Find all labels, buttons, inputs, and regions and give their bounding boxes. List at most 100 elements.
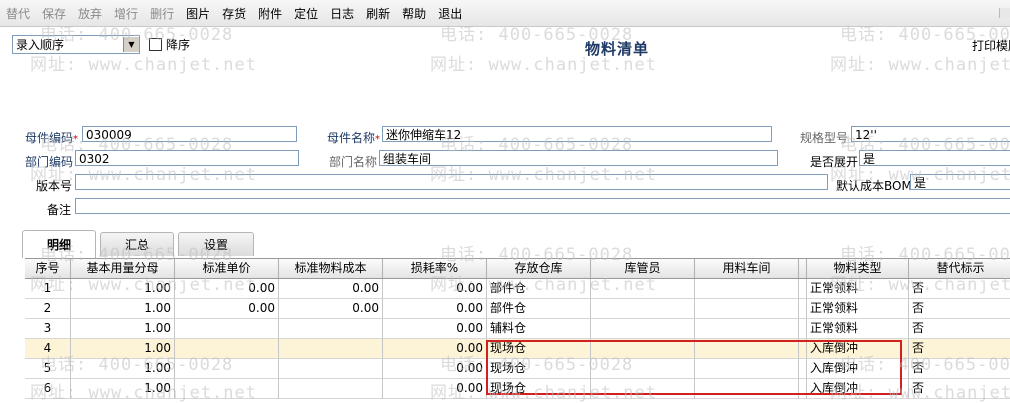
toolbar-scroll-button[interactable] xyxy=(999,8,1010,18)
dept-name-field[interactable]: 组装车间 xyxy=(379,150,778,166)
remark-field[interactable] xyxy=(75,198,1010,214)
column-header-loss-rate[interactable]: 损耗率% xyxy=(383,259,487,278)
cell-material-type[interactable]: 入库倒冲 xyxy=(807,339,909,359)
cell-keeper[interactable] xyxy=(591,339,695,359)
cell-unit-price[interactable]: 0.00 xyxy=(175,279,279,299)
cell-denominator[interactable]: 1.00 xyxy=(71,279,175,299)
cell-denominator[interactable]: 1.00 xyxy=(71,359,175,379)
cell-substitute[interactable]: 否 xyxy=(909,379,1010,399)
default-bom-field[interactable]: 是 xyxy=(910,174,1010,190)
cell-seq[interactable]: 3 xyxy=(25,319,71,339)
cell-loss-rate[interactable]: 0.00 xyxy=(383,359,487,379)
table-row[interactable]: 5 1.00 0.00 现场仓 入库倒冲否 xyxy=(25,359,1010,379)
cell-workshop[interactable] xyxy=(695,359,799,379)
parent-name-field[interactable]: 迷你伸缩车12 xyxy=(382,126,772,142)
expand-field[interactable]: 是 xyxy=(859,150,1010,166)
descending-toggle[interactable]: 降序 xyxy=(149,36,190,53)
toolbar-inventory-button[interactable]: 存货 xyxy=(216,5,252,22)
toolbar-save-button[interactable]: 保存 xyxy=(36,5,72,22)
column-header-denominator[interactable]: 基本用量分母 xyxy=(71,259,175,278)
column-header-material-type[interactable]: 物料类型 xyxy=(807,259,909,278)
cell-substitute[interactable]: 否 xyxy=(909,319,1010,339)
cell-warehouse[interactable]: 部件仓 xyxy=(487,299,591,319)
table-row[interactable]: 2 1.00 0.00 0.00 0.00 部件仓 正常领料否 xyxy=(25,299,1010,319)
table-row[interactable]: 1 1.00 0.00 0.00 0.00 部件仓 正常领料否 xyxy=(25,279,1010,299)
cell-loss-rate[interactable]: 0.00 xyxy=(383,299,487,319)
cell-substitute[interactable]: 否 xyxy=(909,299,1010,319)
toolbar-attachment-button[interactable]: 附件 xyxy=(252,5,288,22)
cell-keeper[interactable] xyxy=(591,379,695,399)
toolbar-locate-button[interactable]: 定位 xyxy=(288,5,324,22)
cell-keeper[interactable] xyxy=(591,359,695,379)
cell-keeper[interactable] xyxy=(591,279,695,299)
toolbar-help-button[interactable]: 帮助 xyxy=(396,5,432,22)
cell-warehouse[interactable]: 部件仓 xyxy=(487,279,591,299)
cell-material-cost[interactable] xyxy=(279,359,383,379)
cell-substitute[interactable]: 否 xyxy=(909,359,1010,379)
spec-field[interactable]: 12'' xyxy=(851,126,1010,142)
cell-substitute[interactable]: 否 xyxy=(909,279,1010,299)
toolbar-exit-button[interactable]: 退出 xyxy=(432,5,468,22)
cell-keeper[interactable] xyxy=(591,299,695,319)
cell-seq[interactable]: 6 xyxy=(25,379,71,399)
toolbar-refresh-button[interactable]: 刷新 xyxy=(360,5,396,22)
cell-loss-rate[interactable]: 0.00 xyxy=(383,339,487,359)
toolbar-replace-button[interactable]: 替代 xyxy=(0,5,36,22)
cell-substitute[interactable]: 否 xyxy=(909,339,1010,359)
cell-spacer[interactable] xyxy=(799,299,807,319)
cell-loss-rate[interactable]: 0.00 xyxy=(383,279,487,299)
tab-settings[interactable]: 设置 xyxy=(178,232,254,256)
cell-material-type[interactable]: 正常领料 xyxy=(807,319,909,339)
cell-warehouse[interactable]: 现场仓 xyxy=(487,379,591,399)
cell-denominator[interactable]: 1.00 xyxy=(71,379,175,399)
cell-spacer[interactable] xyxy=(799,339,807,359)
cell-seq[interactable]: 1 xyxy=(25,279,71,299)
cell-workshop[interactable] xyxy=(695,279,799,299)
cell-keeper[interactable] xyxy=(591,319,695,339)
table-row[interactable]: 6 1.00 0.00 现场仓 入库倒冲否 xyxy=(25,379,1010,399)
dept-code-field[interactable]: 0302 xyxy=(75,150,299,166)
toolbar-discard-button[interactable]: 放弃 xyxy=(72,5,108,22)
cell-spacer[interactable] xyxy=(799,379,807,399)
cell-material-type[interactable]: 入库倒冲 xyxy=(807,379,909,399)
cell-loss-rate[interactable]: 0.00 xyxy=(383,319,487,339)
cell-warehouse[interactable]: 辅料仓 xyxy=(487,319,591,339)
column-header-workshop[interactable]: 用料车间 xyxy=(695,259,799,278)
cell-workshop[interactable] xyxy=(695,379,799,399)
cell-material-type[interactable]: 正常领料 xyxy=(807,299,909,319)
column-header-seq[interactable]: 序号 xyxy=(25,259,71,278)
cell-unit-price[interactable] xyxy=(175,319,279,339)
column-header-substitute[interactable]: 替代标示 xyxy=(909,259,1010,278)
version-field[interactable] xyxy=(75,174,828,190)
sort-order-select[interactable]: 录入顺序 ▼ xyxy=(12,35,140,54)
tab-summary[interactable]: 汇总 xyxy=(100,232,174,256)
print-template-link[interactable]: 打印模版 xyxy=(972,37,1010,54)
table-row[interactable]: 3 1.00 0.00 辅料仓 正常领料否 xyxy=(25,319,1010,339)
cell-material-cost[interactable]: 0.00 xyxy=(279,299,383,319)
cell-unit-price[interactable] xyxy=(175,359,279,379)
cell-warehouse[interactable]: 现场仓 xyxy=(487,339,591,359)
cell-spacer[interactable] xyxy=(799,279,807,299)
cell-material-type[interactable]: 正常领料 xyxy=(807,279,909,299)
cell-material-cost[interactable]: 0.00 xyxy=(279,279,383,299)
cell-seq[interactable]: 5 xyxy=(25,359,71,379)
cell-spacer[interactable] xyxy=(799,359,807,379)
cell-material-cost[interactable] xyxy=(279,319,383,339)
cell-denominator[interactable]: 1.00 xyxy=(71,339,175,359)
column-header-warehouse[interactable]: 存放仓库 xyxy=(487,259,591,278)
column-header-keeper[interactable]: 库管员 xyxy=(591,259,695,278)
descending-checkbox[interactable] xyxy=(149,38,162,51)
cell-loss-rate[interactable]: 0.00 xyxy=(383,379,487,399)
column-header-spacer[interactable] xyxy=(799,259,807,278)
toolbar-delete-row-button[interactable]: 删行 xyxy=(144,5,180,22)
cell-seq[interactable]: 4 xyxy=(25,339,71,359)
cell-denominator[interactable]: 1.00 xyxy=(71,319,175,339)
cell-material-cost[interactable] xyxy=(279,339,383,359)
chevron-down-icon[interactable]: ▼ xyxy=(123,37,139,52)
cell-workshop[interactable] xyxy=(695,339,799,359)
toolbar-log-button[interactable]: 日志 xyxy=(324,5,360,22)
toolbar-image-button[interactable]: 图片 xyxy=(180,5,216,22)
column-header-material-cost[interactable]: 标准物料成本 xyxy=(279,259,383,278)
parent-code-field[interactable]: 030009 xyxy=(82,126,297,142)
cell-warehouse[interactable]: 现场仓 xyxy=(487,359,591,379)
